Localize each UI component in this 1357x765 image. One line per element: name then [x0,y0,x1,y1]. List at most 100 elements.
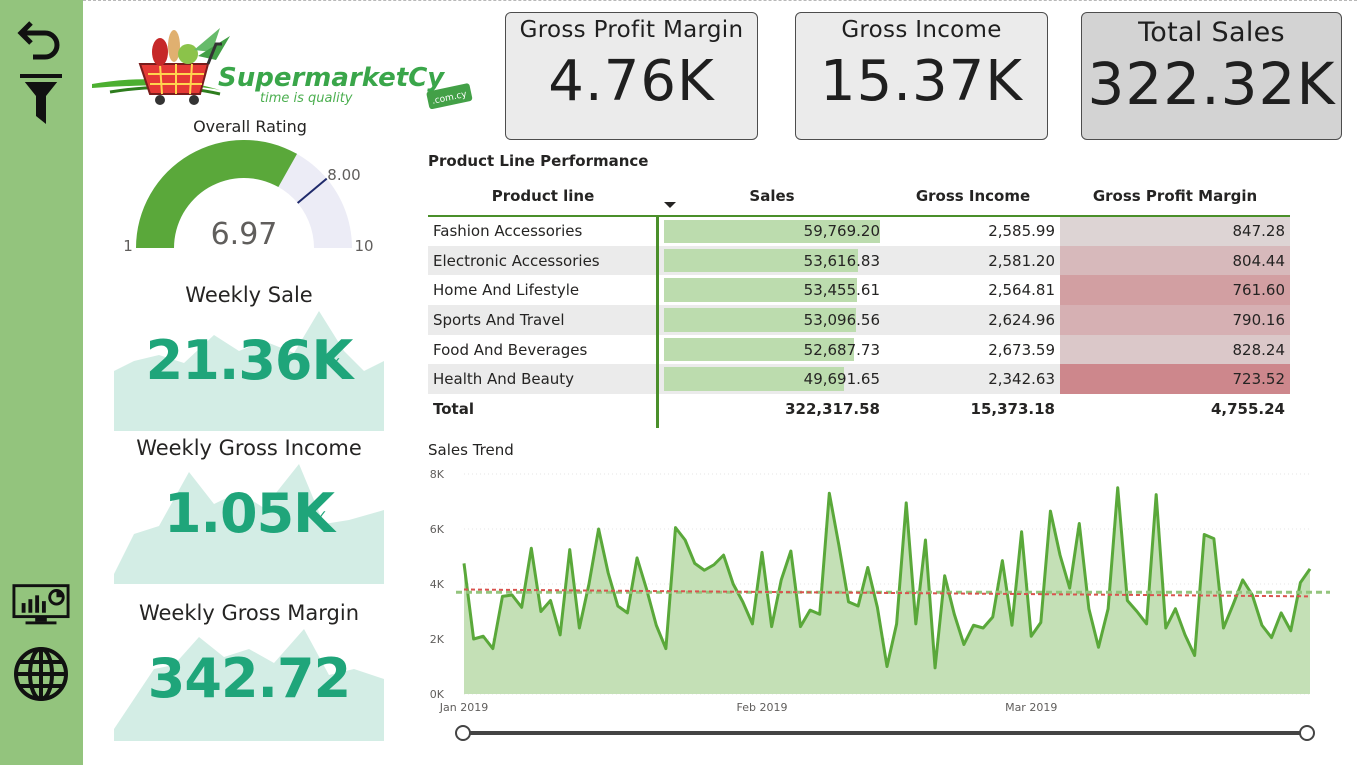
table-row[interactable]: Fashion Accessories 59,769.20 2,585.99 847.… [428,216,1290,246]
cell-product-line: Sports And Travel [428,305,658,335]
table-row[interactable]: Food And Beverages 52,687.73 2,673.59 828.2… [428,334,1290,365]
cell-gross-profit-margin: 847.28 [1060,216,1290,246]
cell-product-line: Electronic Accessories [428,245,658,276]
report-button[interactable] [12,576,70,634]
kpi-gross-profit-margin[interactable]: Gross Profit Margin 4.76K [505,12,758,140]
cell-gross-income: 2,342.63 [886,364,1060,395]
cell-sales: 53,616.83 [658,245,886,276]
gauge-target: 8.00 [327,166,360,184]
sales-value: 53,616.83 [803,251,880,270]
y-tick-label: 4K [430,578,445,591]
weekly-sale-title: Weekly Sale [185,283,313,307]
brand-logo: SupermarketCy time is quality .com.cy [90,22,480,120]
weekly-sale-value: 21.36K [145,329,354,392]
cell-gross-profit-margin: 790.16 [1060,305,1290,335]
y-tick-label: 8K [430,468,445,481]
sales-value: 49,691.65 [803,370,880,389]
cell-gross-profit-margin: 804.44 [1060,245,1290,276]
table-row[interactable]: Health And Beauty 49,691.65 2,342.63 723.52 [428,364,1290,395]
sales-value: 52,687.73 [803,340,880,359]
kpi-value: 322.32K [1087,50,1336,118]
cell-sales: 49,691.65 [658,364,886,395]
overall-rating-gauge[interactable]: 6.97 1 10 8.00 [110,138,390,256]
back-button[interactable] [12,10,70,68]
table-title: Product Line Performance [428,152,649,170]
cell-gross-income: 2,585.99 [988,222,1055,241]
x-tick-label: Jan 2019 [439,701,488,714]
check-icon: ✓ [316,508,328,524]
product-line-table: Product line Sales Gross Income Gross Pr… [428,176,1290,424]
top-border [83,0,1357,1]
y-tick-label: 6K [430,523,445,536]
back-arrow-icon [17,21,60,60]
cell-gross-profit-margin: 761.60 [1060,275,1290,306]
kpi-total-sales[interactable]: Total Sales 322.32K [1081,12,1342,140]
column-header-sales[interactable]: Sales [658,176,886,217]
table-row[interactable]: Sports And Travel 53,096.56 2,624.96 790.16 [428,305,1290,335]
sort-descending-icon[interactable] [664,202,676,208]
cell-total-gross-income: 15,373.18 [886,394,1060,424]
cell-gross-income: 2,673.59 [988,340,1055,359]
kpi-title: Total Sales [1138,17,1285,48]
dashboard-icon [12,584,70,625]
table-column-divider [656,216,659,428]
gauge-title: Overall Rating [193,117,307,136]
chart-title: Sales Trend [428,441,514,459]
cell-sales: 53,096.56 [658,305,886,335]
check-icon: ✓ [326,673,338,689]
weekly-gross-margin-card[interactable]: Weekly Gross Margin 342.72 ✓ [114,601,384,749]
column-header-product-line[interactable]: Product line [428,176,658,217]
weekly-gross-income-value: 1.05K [163,482,335,545]
shopping-cart-logo-icon: SupermarketCy time is quality .com.cy [92,28,473,110]
gauge-min: 1 [123,237,133,255]
table-row[interactable]: Home And Lifestyle 53,455.61 2,564.81 761.6… [428,275,1290,306]
filter-button[interactable] [12,70,70,128]
cell-sales: 59,769.20 [658,216,886,246]
cell-product-line: Fashion Accessories [433,222,583,241]
cell-gross-income: 2,581.20 [886,245,1060,276]
cell-gross-profit-margin: 723.52 [1060,364,1290,395]
cell-product-line: Food And Beverages [433,340,588,359]
globe-icon [14,647,68,701]
cell-product-line: Home And Lifestyle [433,281,580,300]
brand-text: SupermarketCy [218,63,445,93]
cell-total-label: Total [428,394,658,424]
cell-total-sales: 322,317.58 [658,394,886,424]
column-header-gross-income[interactable]: Gross Income [886,176,1060,217]
cell-product-line: Health And Beauty [428,364,658,395]
y-tick-label: 2K [430,633,445,646]
cell-sales: 53,455.61 [658,275,886,305]
cell-total-gross-profit-margin: 4,755.24 [1060,394,1290,424]
sales-value: 53,455.61 [803,281,880,300]
weekly-gross-margin-title: Weekly Gross Margin [138,601,360,625]
slider-start-handle[interactable] [455,725,471,741]
cell-sales: 52,687.73 [658,335,886,365]
column-header-gross-profit-margin[interactable]: Gross Profit Margin [1060,176,1290,217]
sales-value: 53,096.56 [803,310,880,329]
dashboard: SupermarketCy time is quality .com.cy Gr… [0,0,1357,765]
cell-gross-income: 2,564.81 [988,281,1055,300]
gauge-max: 10 [354,237,373,255]
kpi-value: 4.76K [548,49,715,114]
check-icon: ✓ [330,355,342,371]
left-nav-rail [0,0,83,765]
sales-trend-chart[interactable]: 0K 2K 4K 6K 8K Jan 2019 Feb 2019 Mar 2019 [420,462,1350,722]
x-tick-label: Mar 2019 [1005,701,1057,714]
kpi-value: 15.37K [819,49,1024,114]
x-tick-label: Feb 2019 [737,701,788,714]
weekly-gross-income-title: Weekly Gross Income [136,436,362,460]
kpi-gross-income[interactable]: Gross Income 15.37K [795,12,1048,140]
table-total-row: Total 322,317.58 15,373.18 4,755.24 [428,394,1290,424]
gauge-value: 6.97 [211,217,278,252]
date-range-slider[interactable] [455,724,1315,742]
cell-gross-profit-margin: 828.24 [1060,334,1290,365]
weekly-gross-income-card[interactable]: Weekly Gross Income 1.05K ✓ [114,436,384,584]
brand-tagline: time is quality [260,91,353,106]
web-button[interactable] [12,645,70,703]
weekly-sale-card[interactable]: Weekly Sale 21.36K ✓ [114,283,384,431]
table-row[interactable]: Electronic Accessories 53,616.83 2,581.20 8… [428,245,1290,276]
sales-value: 59,769.20 [803,222,880,241]
filter-icon [20,74,62,124]
slider-end-handle[interactable] [1299,725,1315,741]
kpi-title: Gross Income [841,17,1002,43]
